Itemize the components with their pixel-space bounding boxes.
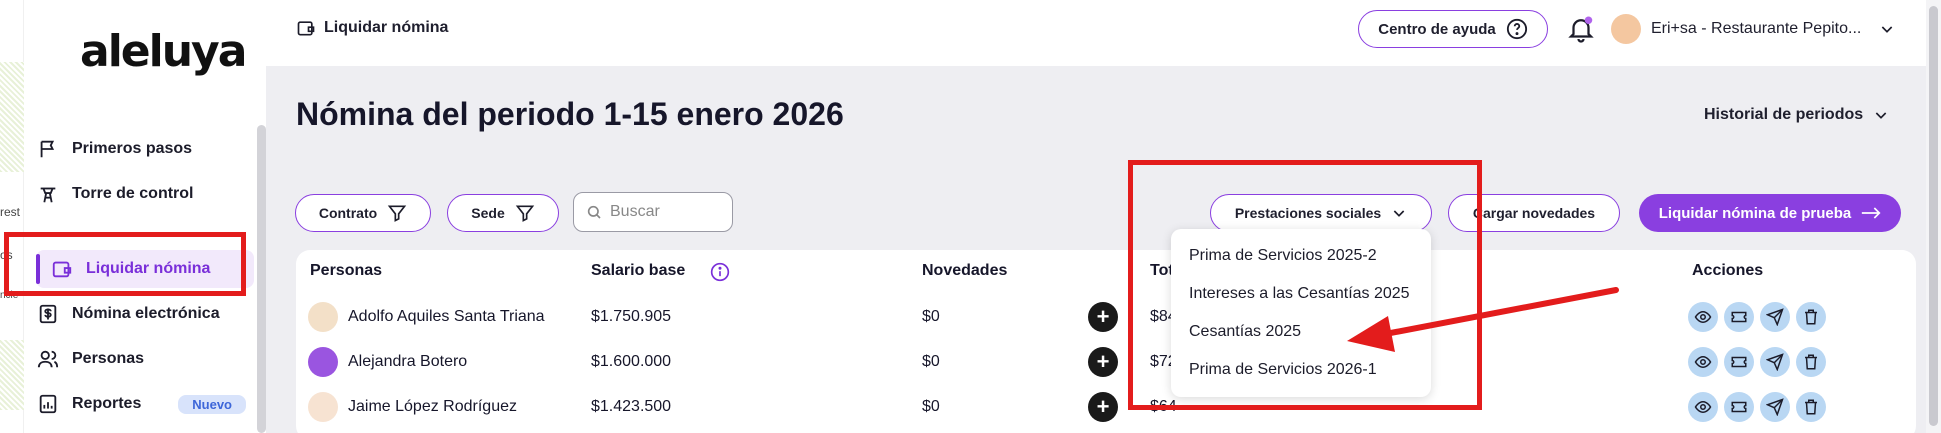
annotation-arrow <box>1347 287 1619 352</box>
